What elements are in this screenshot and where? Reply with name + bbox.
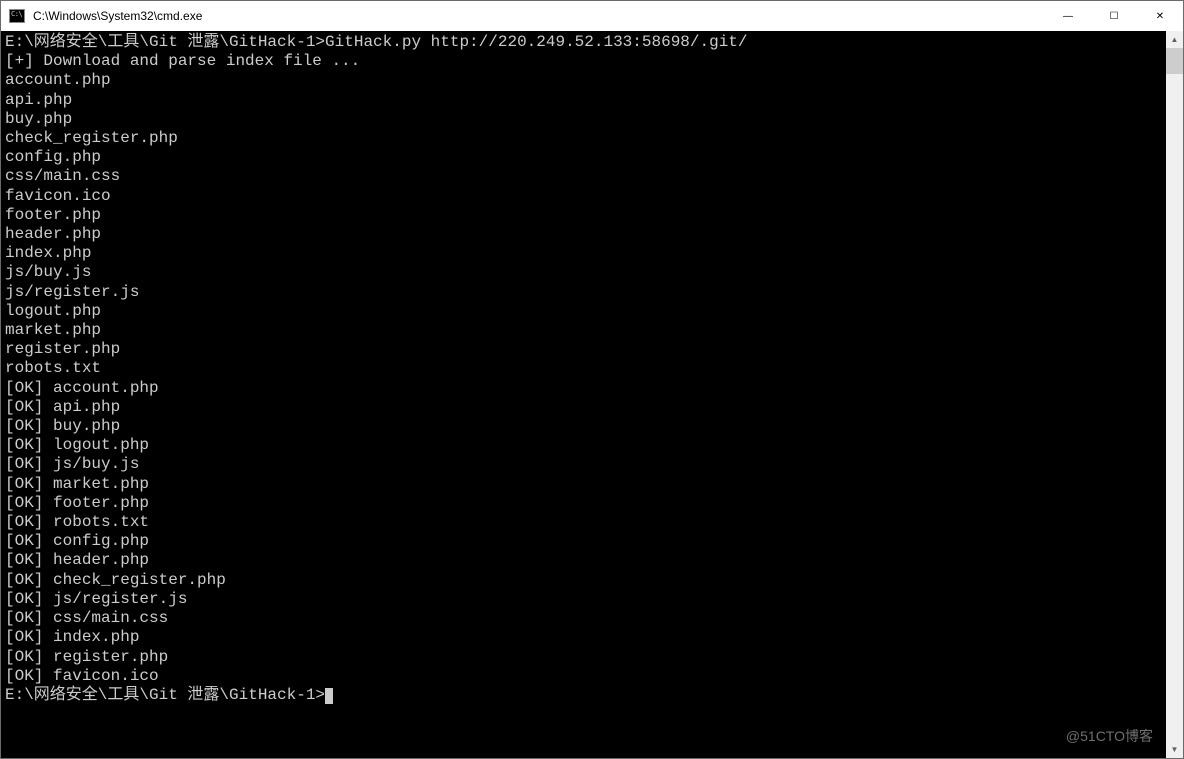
maximize-icon: ☐	[1110, 11, 1119, 22]
file-entry: footer.php	[5, 206, 1162, 225]
app-icon-wrap	[1, 9, 33, 23]
ok-entry: [OK] css/main.css	[5, 609, 1162, 628]
scroll-up-button[interactable]: ▲	[1166, 31, 1183, 48]
ok-entry: [OK] market.php	[5, 475, 1162, 494]
file-entry: robots.txt	[5, 359, 1162, 378]
close-icon: ✕	[1156, 11, 1164, 22]
file-entry: logout.php	[5, 302, 1162, 321]
file-entry: css/main.css	[5, 167, 1162, 186]
cmd-window: C:\Windows\System32\cmd.exe — ☐ ✕ E:\网络安…	[0, 0, 1184, 759]
command-line: E:\网络安全\工具\Git 泄露\GitHack-1>GitHack.py h…	[5, 33, 1162, 52]
ok-entry: [OK] register.php	[5, 648, 1162, 667]
ok-entry: [OK] logout.php	[5, 436, 1162, 455]
ok-entry: [OK] index.php	[5, 628, 1162, 647]
minimize-button[interactable]: —	[1045, 1, 1091, 31]
ok-entry: [OK] buy.php	[5, 417, 1162, 436]
ok-entry: [OK] js/buy.js	[5, 455, 1162, 474]
client-area: E:\网络安全\工具\Git 泄露\GitHack-1>GitHack.py h…	[1, 31, 1183, 758]
prompt-line: E:\网络安全\工具\Git 泄露\GitHack-1>	[5, 686, 1162, 705]
ok-entry: [OK] check_register.php	[5, 571, 1162, 590]
ok-entry: [OK] config.php	[5, 532, 1162, 551]
close-button[interactable]: ✕	[1137, 1, 1183, 31]
cursor	[325, 688, 333, 704]
file-entry: api.php	[5, 91, 1162, 110]
file-entry: market.php	[5, 321, 1162, 340]
file-entry: js/buy.js	[5, 263, 1162, 282]
window-controls: — ☐ ✕	[1045, 1, 1183, 31]
file-entry: js/register.js	[5, 283, 1162, 302]
scrollbar-track[interactable]	[1166, 48, 1183, 741]
down-arrow-icon: ▼	[1171, 745, 1179, 754]
ok-entry: [OK] js/register.js	[5, 590, 1162, 609]
file-entry: header.php	[5, 225, 1162, 244]
window-title: C:\Windows\System32\cmd.exe	[33, 9, 202, 23]
terminal-output[interactable]: E:\网络安全\工具\Git 泄露\GitHack-1>GitHack.py h…	[1, 31, 1166, 758]
cmd-icon	[9, 9, 25, 23]
scrollbar-thumb[interactable]	[1166, 48, 1183, 74]
ok-entry: [OK] footer.php	[5, 494, 1162, 513]
file-entry: buy.php	[5, 110, 1162, 129]
file-entry: index.php	[5, 244, 1162, 263]
file-entry: account.php	[5, 71, 1162, 90]
file-entry: check_register.php	[5, 129, 1162, 148]
vertical-scrollbar[interactable]: ▲ ▼	[1166, 31, 1183, 758]
file-entry: register.php	[5, 340, 1162, 359]
ok-entry: [OK] account.php	[5, 379, 1162, 398]
scroll-down-button[interactable]: ▼	[1166, 741, 1183, 758]
ok-entry: [OK] robots.txt	[5, 513, 1162, 532]
maximize-button[interactable]: ☐	[1091, 1, 1137, 31]
ok-entry: [OK] header.php	[5, 551, 1162, 570]
ok-entry: [OK] api.php	[5, 398, 1162, 417]
up-arrow-icon: ▲	[1171, 35, 1179, 44]
file-entry: config.php	[5, 148, 1162, 167]
ok-entry: [OK] favicon.ico	[5, 667, 1162, 686]
minimize-icon: —	[1063, 11, 1073, 22]
titlebar[interactable]: C:\Windows\System32\cmd.exe — ☐ ✕	[1, 1, 1183, 31]
file-entry: favicon.ico	[5, 187, 1162, 206]
status-line: [+] Download and parse index file ...	[5, 52, 1162, 71]
